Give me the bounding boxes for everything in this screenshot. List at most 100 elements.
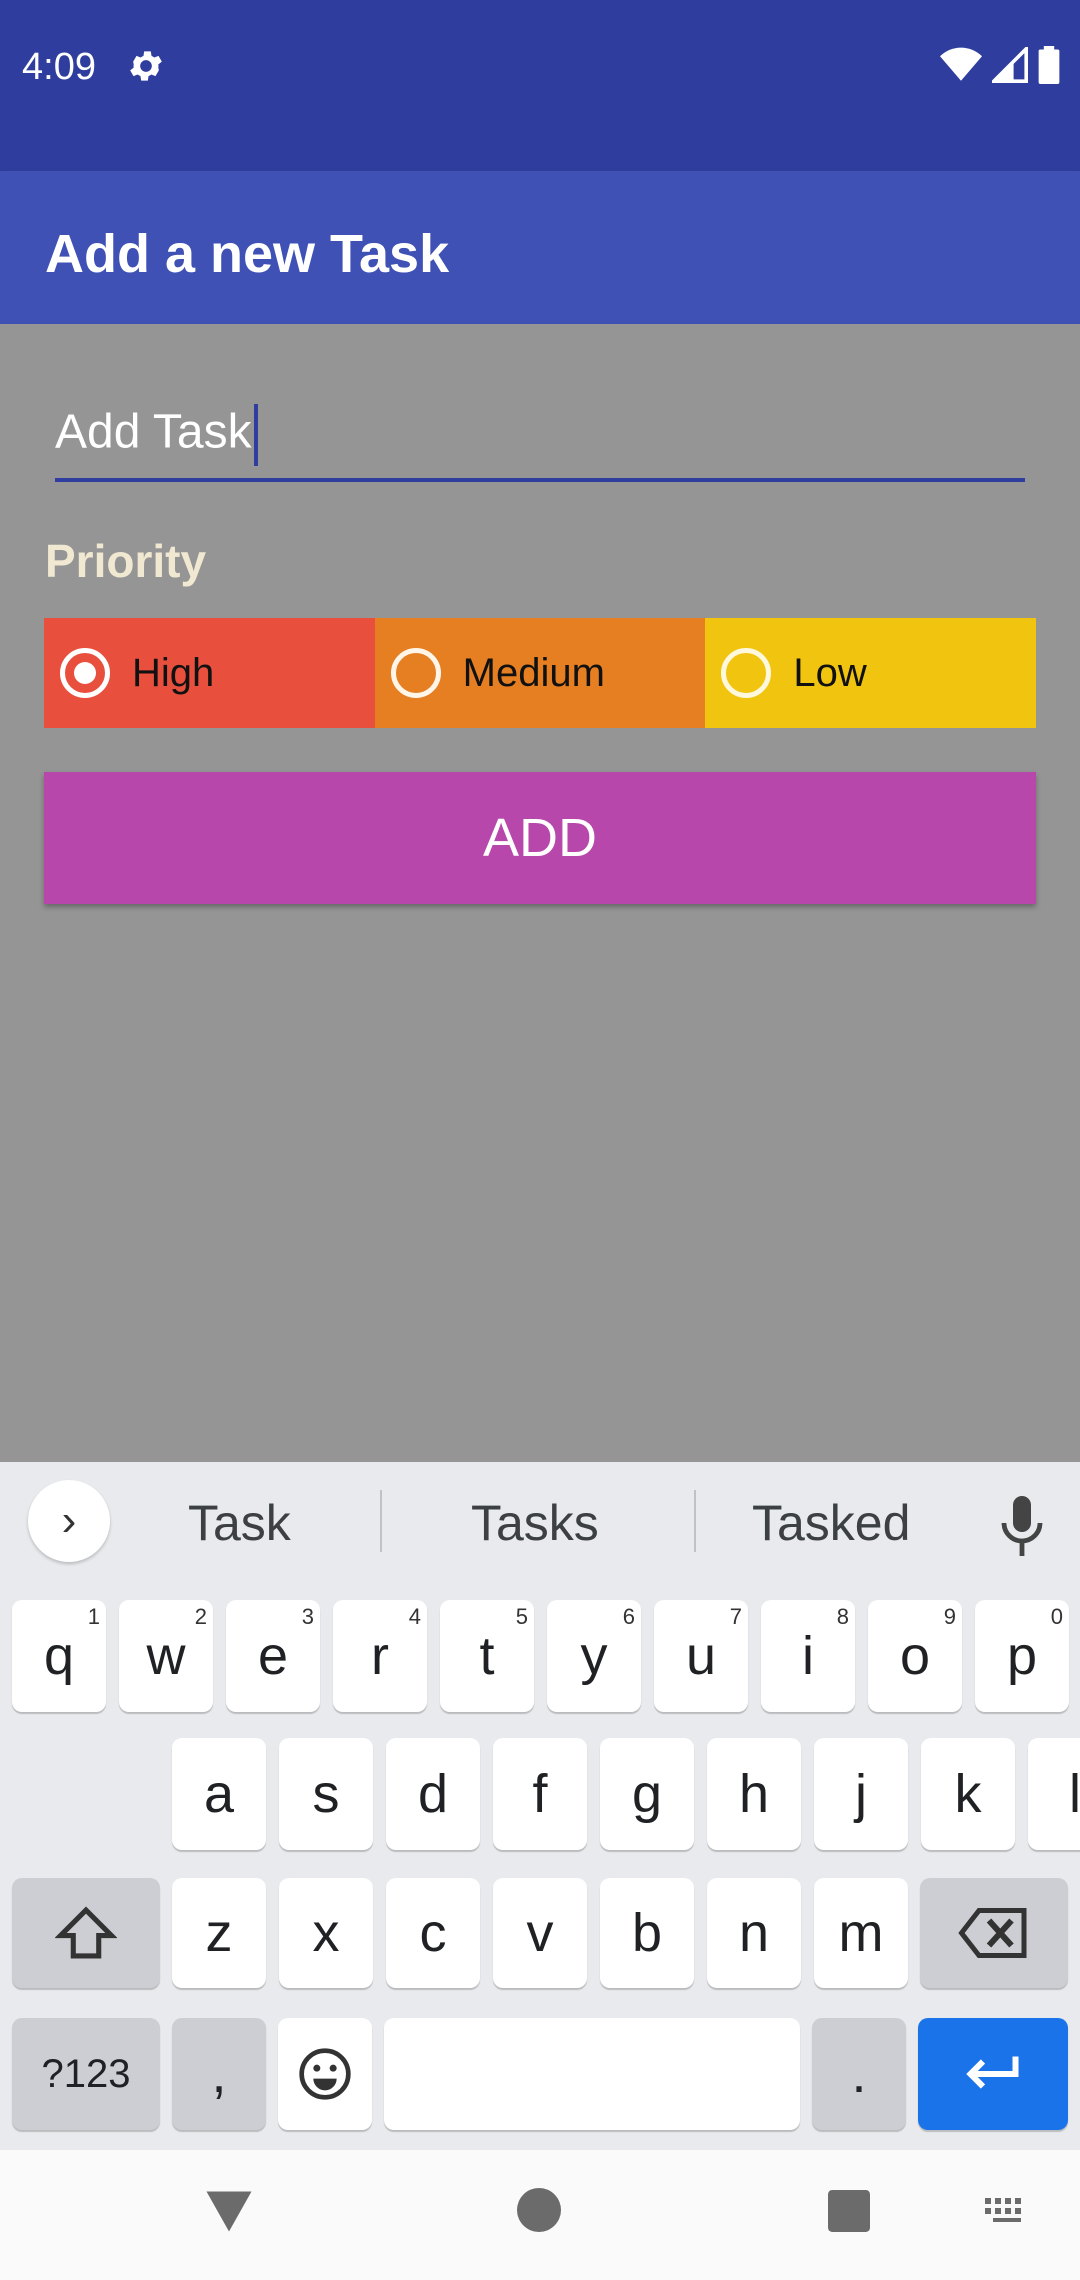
enter-key[interactable]: [918, 2018, 1068, 2130]
key-hint: 1: [87, 1604, 100, 1629]
key-f[interactable]: f: [493, 1738, 587, 1850]
navigation-bar: [0, 2150, 1080, 2280]
emoji-icon: [299, 2048, 351, 2100]
key-n[interactable]: n: [707, 1878, 801, 1988]
key-label: d: [417, 1764, 449, 1824]
home-icon[interactable]: [517, 2188, 561, 2232]
key-d[interactable]: d: [386, 1738, 480, 1850]
key-hint: 5: [515, 1604, 528, 1629]
priority-medium-label: Medium: [462, 650, 605, 695]
key-v[interactable]: v: [493, 1878, 587, 1988]
comma-key[interactable]: ,: [172, 2018, 266, 2130]
key-label: o: [899, 1626, 931, 1686]
priority-high-label: High: [132, 650, 215, 695]
key-hint: 9: [943, 1604, 956, 1629]
radio-unchecked-icon: [721, 648, 772, 698]
suggestion-2[interactable]: Tasks: [471, 1494, 599, 1552]
suggestion-3[interactable]: Tasked: [752, 1494, 910, 1552]
key-hint: 3: [301, 1604, 314, 1629]
backspace-key[interactable]: [920, 1878, 1068, 1988]
key-label: p: [1006, 1626, 1038, 1686]
key-u[interactable]: u7: [654, 1600, 748, 1712]
key-a[interactable]: a: [172, 1738, 266, 1850]
suggestion-1[interactable]: Task: [188, 1494, 291, 1552]
priority-label: Priority: [45, 535, 207, 587]
battery-icon: [1038, 46, 1060, 84]
symbols-key[interactable]: ?123: [12, 2018, 160, 2130]
emoji-key[interactable]: [278, 2018, 372, 2130]
key-label: b: [631, 1903, 663, 1963]
gear-icon: [130, 51, 162, 81]
key-x[interactable]: x: [279, 1878, 373, 1988]
key-hint: 8: [836, 1604, 849, 1629]
cell-signal-icon: [992, 47, 1028, 83]
key-i[interactable]: i8: [761, 1600, 855, 1712]
key-g[interactable]: g: [600, 1738, 694, 1850]
key-label: j: [855, 1764, 867, 1824]
status-bar: 4:09: [0, 0, 1080, 171]
soft-keyboard: › Task Tasks Tasked ?123 , . q1w2e3r4t5y…: [0, 1462, 1080, 2150]
key-label: n: [738, 1903, 770, 1963]
key-l[interactable]: l: [1028, 1738, 1080, 1850]
key-w[interactable]: w2: [119, 1600, 213, 1712]
shift-key[interactable]: [12, 1878, 160, 1988]
add-button[interactable]: ADD: [44, 772, 1036, 904]
period-key[interactable]: .: [812, 2018, 906, 2130]
text-cursor: [253, 404, 258, 466]
priority-radio-group: High Medium Low: [44, 618, 1037, 728]
key-e[interactable]: e3: [226, 1600, 320, 1712]
key-p[interactable]: p0: [975, 1600, 1069, 1712]
keyboard-switch-icon[interactable]: [985, 2198, 1029, 2226]
key-hint: 7: [729, 1604, 742, 1629]
key-label: x: [312, 1903, 340, 1963]
priority-medium-option[interactable]: Medium: [374, 618, 706, 728]
key-m[interactable]: m: [814, 1878, 908, 1988]
key-o[interactable]: o9: [868, 1600, 962, 1712]
key-label: r: [371, 1626, 389, 1686]
radio-unchecked-icon: [390, 648, 441, 698]
key-label: k: [954, 1764, 982, 1824]
backspace-icon: [958, 1908, 1027, 1958]
key-h[interactable]: h: [707, 1738, 801, 1850]
back-icon[interactable]: [204, 2184, 254, 2234]
space-key[interactable]: [384, 2018, 800, 2130]
key-q[interactable]: q1: [12, 1600, 106, 1712]
status-time: 4:09: [22, 46, 96, 88]
key-label: f: [532, 1764, 548, 1824]
key-j[interactable]: j: [814, 1738, 908, 1850]
key-c[interactable]: c: [386, 1878, 480, 1988]
priority-low-option[interactable]: Low: [705, 618, 1037, 728]
chevron-right-icon[interactable]: ›: [28, 1480, 110, 1562]
page-title: Add a new Task: [45, 224, 450, 284]
key-s[interactable]: s: [279, 1738, 373, 1850]
key-label: u: [685, 1626, 717, 1686]
key-hint: 4: [408, 1604, 421, 1629]
key-z[interactable]: z: [172, 1878, 266, 1988]
key-label: s: [312, 1764, 340, 1824]
key-label: c: [419, 1903, 447, 1963]
app-bar: Add a new Task: [0, 171, 1080, 324]
shift-icon: [55, 1906, 117, 1959]
key-k[interactable]: k: [921, 1738, 1015, 1850]
key-label: a: [203, 1764, 235, 1824]
key-label: z: [205, 1903, 233, 1963]
key-label: m: [838, 1903, 884, 1963]
microphone-icon[interactable]: [1000, 1496, 1044, 1556]
recents-icon[interactable]: [828, 2190, 870, 2232]
key-label: h: [738, 1764, 770, 1824]
priority-low-label: Low: [793, 650, 867, 695]
suggestion-strip: › Task Tasks Tasked: [0, 1462, 1080, 1582]
key-b[interactable]: b: [600, 1878, 694, 1988]
key-label: v: [526, 1903, 554, 1963]
key-y[interactable]: y6: [547, 1600, 641, 1712]
key-t[interactable]: t5: [440, 1600, 534, 1712]
key-label: g: [631, 1764, 663, 1824]
task-input[interactable]: Add Task: [55, 394, 1025, 482]
key-hint: 6: [622, 1604, 635, 1629]
key-label: y: [580, 1626, 608, 1686]
key-label: w: [146, 1626, 186, 1686]
priority-high-option[interactable]: High: [44, 618, 375, 728]
key-r[interactable]: r4: [333, 1600, 427, 1712]
task-input-value: Add Task: [55, 405, 252, 459]
main-content: Add Task Priority High Medium Low ADD: [0, 324, 1080, 1462]
